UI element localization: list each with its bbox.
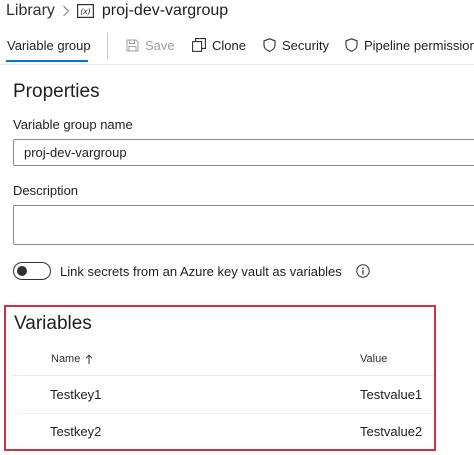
save-icon xyxy=(126,39,139,52)
info-icon[interactable] xyxy=(356,264,370,278)
header-divider xyxy=(0,64,474,65)
clone-button[interactable]: Clone xyxy=(192,30,246,60)
table-row[interactable]: Testkey2 Testvalue2 xyxy=(6,414,434,450)
variables-title: Variables xyxy=(14,313,92,334)
link-secrets-toggle[interactable] xyxy=(13,262,51,280)
breadcrumb-library-link[interactable]: Library xyxy=(6,2,55,20)
table-header-divider xyxy=(12,375,434,376)
shield-icon xyxy=(263,38,276,52)
tab-variable-group-label: Variable group xyxy=(7,37,91,53)
link-secrets-row: Link secrets from an Azure key vault as … xyxy=(13,261,370,281)
variable-group-name-input[interactable] xyxy=(13,139,474,166)
pipeline-permissions-button-label: Pipeline permissions xyxy=(364,37,474,53)
column-header-name[interactable]: Name xyxy=(51,353,93,365)
column-header-name-label: Name xyxy=(51,353,81,365)
description-input[interactable] xyxy=(13,205,474,245)
column-header-value[interactable]: Value xyxy=(360,353,387,365)
variable-value-cell: Testvalue1 xyxy=(360,387,423,402)
variable-name-cell: Testkey1 xyxy=(50,387,102,402)
link-secrets-label: Link secrets from an Azure key vault as … xyxy=(60,263,342,279)
tab-variable-group[interactable]: Variable group xyxy=(0,30,99,60)
toolbar: Variable group Save Clone Security Pipel… xyxy=(0,30,474,62)
pipeline-permissions-button[interactable]: Pipeline permissions xyxy=(345,30,474,60)
clone-icon xyxy=(192,38,206,52)
shield-icon xyxy=(345,38,358,52)
clone-button-label: Clone xyxy=(212,37,246,53)
variables-section: Variables Name Value Testkey1 Testvalue1… xyxy=(4,305,436,451)
toggle-knob xyxy=(17,266,27,276)
security-button-label: Security xyxy=(282,37,329,53)
active-tab-indicator xyxy=(6,60,88,62)
table-row[interactable]: Testkey1 Testvalue1 xyxy=(6,377,434,413)
toolbar-divider xyxy=(107,33,108,59)
variable-value-cell: Testvalue2 xyxy=(360,424,423,439)
variable-name-cell: Testkey2 xyxy=(50,424,102,439)
security-button[interactable]: Security xyxy=(263,30,329,60)
properties-title: Properties xyxy=(13,81,100,102)
chevron-right-icon xyxy=(62,5,70,17)
svg-text:(x): (x) xyxy=(80,7,90,16)
description-label: Description xyxy=(13,183,79,198)
variable-group-icon: (x) xyxy=(76,4,94,18)
variable-group-name-label: Variable group name xyxy=(13,117,133,132)
arrow-up-icon xyxy=(85,353,93,365)
save-button-label: Save xyxy=(145,37,175,53)
save-button[interactable]: Save xyxy=(126,30,175,60)
column-header-value-label: Value xyxy=(360,353,388,365)
breadcrumb-current: proj-dev-vargroup xyxy=(101,2,229,19)
breadcrumb: Library (x) proj-dev-vargroup xyxy=(6,0,228,22)
